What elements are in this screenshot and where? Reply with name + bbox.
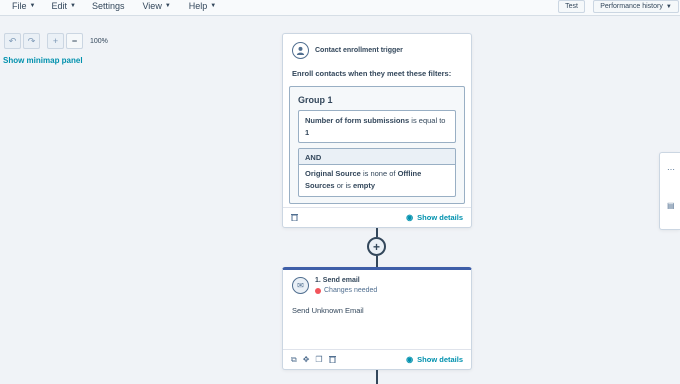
filter-group: Group 1 Number of form submissions is eq… <box>289 86 465 204</box>
menu-edit-label: Edit <box>51 0 67 11</box>
trigger-footer: ◉ Show details <box>283 207 471 227</box>
redo-button[interactable]: ↷ <box>23 33 40 49</box>
menu-file-label: File <box>12 0 27 11</box>
grid-dots-icon[interactable]: ⋯ <box>667 165 675 174</box>
add-action-button[interactable]: + <box>367 237 386 256</box>
redo-icon: ↷ <box>27 35 36 46</box>
test-button[interactable]: Test <box>558 0 585 13</box>
and-filter-block[interactable]: AND Original Source is none of Offline S… <box>298 148 456 197</box>
minus-icon: − <box>71 36 78 46</box>
connector-line <box>376 228 378 237</box>
enroll-text: Enroll contacts when they meet these fil… <box>292 69 452 78</box>
zoom-in-button[interactable]: + <box>47 33 64 49</box>
side-panel-toggles: ⋯ ▤ <box>659 152 680 230</box>
contact-icon <box>292 42 309 59</box>
clone-icon[interactable]: ⧉ <box>291 355 297 365</box>
test-button-label: Test <box>565 3 578 10</box>
menu-view-label: View <box>142 0 162 11</box>
send-email-action-card[interactable]: ✉ 1. Send email Changes needed Send Unkn… <box>282 267 472 370</box>
copy-icon[interactable]: ❐ <box>315 355 322 365</box>
filter-connector: or is <box>334 181 353 190</box>
envelope-icon: ✉ <box>292 277 309 294</box>
move-icon[interactable]: ✥ <box>303 355 310 365</box>
email-footer: ⧉ ✥ ❐ ◉ Show details <box>283 349 471 369</box>
performance-history-button[interactable]: Performance history ▼ <box>593 0 679 13</box>
action-description: Send Unknown Email <box>292 306 364 315</box>
chevron-down-icon: ▼ <box>29 2 36 9</box>
chevron-down-icon: ▼ <box>164 2 171 9</box>
trigger-header: Contact enrollment trigger <box>283 34 471 59</box>
menu-help[interactable]: Help ▼ <box>189 0 216 13</box>
eye-icon: ◉ <box>406 213 414 222</box>
performance-history-label: Performance history <box>600 3 663 10</box>
plus-icon: + <box>372 239 380 254</box>
plus-icon: + <box>52 36 59 46</box>
comment-icon[interactable]: ▤ <box>667 201 675 210</box>
filter-value: empty <box>352 181 376 190</box>
action-tools: ⧉ ✥ ❐ <box>291 355 336 365</box>
show-minimap-link[interactable]: Show minimap panel <box>3 56 83 65</box>
undo-icon: ↶ <box>8 35 17 46</box>
show-details-label: Show details <box>417 213 463 222</box>
chevron-down-icon: ▼ <box>69 2 76 9</box>
menu-help-label: Help <box>188 0 208 11</box>
enrollment-trigger-card[interactable]: Contact enrollment trigger Enroll contac… <box>282 33 472 228</box>
menu-settings[interactable]: Settings <box>92 0 125 13</box>
zoom-controls: ↶ ↷ + − 100% <box>4 33 108 49</box>
eye-icon: ◉ <box>406 355 414 364</box>
filter-operator: is equal to <box>409 116 446 125</box>
menu-file[interactable]: File ▼ <box>12 0 35 13</box>
email-header: ✉ 1. Send email Changes needed <box>283 270 471 294</box>
menu-view[interactable]: View ▼ <box>142 0 170 13</box>
trigger-title: Contact enrollment trigger <box>315 47 403 54</box>
filter-property: Number of form submissions <box>305 116 410 125</box>
and-label: AND <box>299 149 455 165</box>
zoom-out-button[interactable]: − <box>66 33 83 49</box>
filter-operator: is none of <box>360 169 398 178</box>
connector-line <box>376 256 378 267</box>
menu-settings-label: Settings <box>91 0 125 11</box>
chevron-down-icon: ▼ <box>210 2 217 9</box>
error-dot-icon <box>315 287 321 294</box>
status-label: Changes needed <box>324 287 378 294</box>
delete-icon[interactable] <box>291 213 298 223</box>
filter-property: Original Source <box>305 169 361 178</box>
menu-edit[interactable]: Edit ▼ <box>51 0 75 13</box>
action-title: 1. Send email <box>315 277 360 284</box>
filter-value: 1 <box>305 128 310 137</box>
filter-form-submissions[interactable]: Number of form submissions is equal to 1 <box>298 110 456 143</box>
show-details-button[interactable]: ◉ Show details <box>406 355 463 364</box>
show-details-button[interactable]: ◉ Show details <box>406 213 463 222</box>
delete-icon[interactable] <box>328 355 336 365</box>
chevron-down-icon: ▼ <box>665 3 672 10</box>
filter-original-source: Original Source is none of Offline Sourc… <box>299 165 455 195</box>
zoom-level: 100% <box>90 37 108 45</box>
connector-line <box>376 370 378 384</box>
group-title: Group 1 <box>298 95 333 105</box>
status-badge: Changes needed <box>315 287 377 294</box>
undo-button[interactable]: ↶ <box>4 33 21 49</box>
show-details-label: Show details <box>417 355 463 364</box>
